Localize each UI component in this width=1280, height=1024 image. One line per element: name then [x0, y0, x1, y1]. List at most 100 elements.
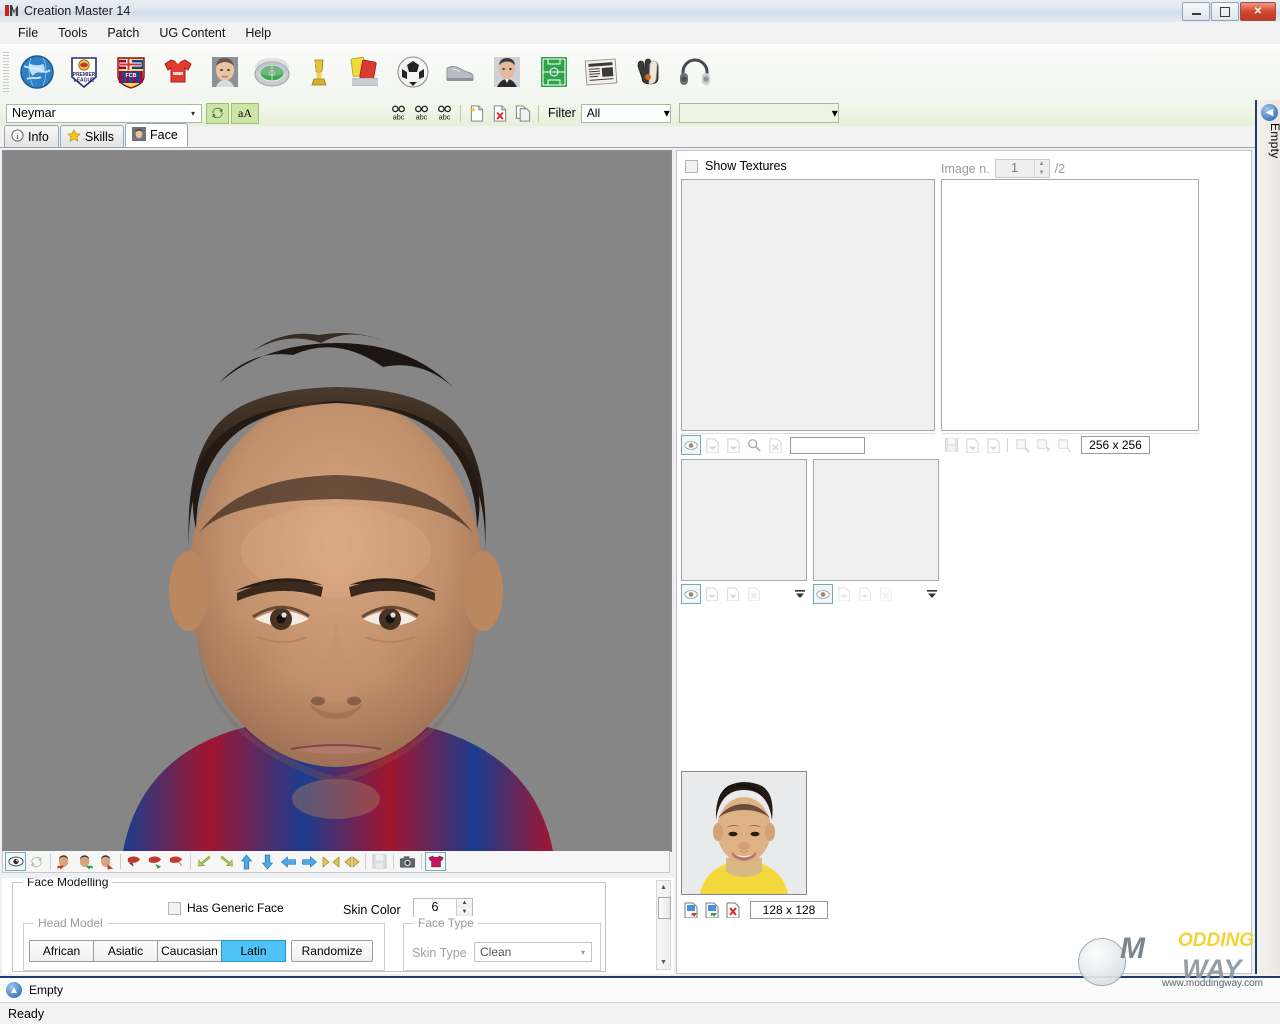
rotate-left-icon[interactable]: [194, 852, 215, 871]
hair-green-icon[interactable]: [145, 852, 166, 871]
hair-delete-icon[interactable]: [166, 852, 187, 871]
head-model-latin-button[interactable]: Latin: [221, 940, 286, 962]
skin-color-down-icon[interactable]: ▼: [457, 907, 472, 916]
eye-toggle-icon[interactable]: [813, 584, 833, 604]
delete-texture-icon[interactable]: [876, 584, 896, 604]
globe-icon[interactable]: [13, 47, 60, 97]
copy-doc-icon[interactable]: [511, 103, 534, 124]
zoom-in-icon[interactable]: [1012, 435, 1032, 455]
club-badge-icon[interactable]: FCB: [107, 47, 154, 97]
scroll-up-icon[interactable]: ▲: [657, 881, 670, 894]
jersey-icon[interactable]: [154, 47, 201, 97]
menu-item-patch[interactable]: Patch: [97, 23, 149, 43]
zoom-reset-icon[interactable]: [1054, 435, 1074, 455]
ball-icon[interactable]: [389, 47, 436, 97]
skin-color-up-icon[interactable]: ▲: [457, 899, 472, 908]
head-green-icon[interactable]: [75, 852, 96, 871]
image-number-stepper[interactable]: 1 ▲ ▼: [994, 159, 1050, 178]
close-button[interactable]: ✕: [1240, 2, 1276, 21]
face-render-viewport[interactable]: [2, 150, 672, 852]
news-icon[interactable]: [577, 47, 624, 97]
delete-texture-icon[interactable]: [765, 435, 785, 455]
restore-button[interactable]: [1211, 2, 1239, 21]
scroll-down-icon[interactable]: ▼: [657, 956, 670, 969]
eye-toggle-icon[interactable]: [5, 852, 26, 871]
zoom-out-icon[interactable]: [1033, 435, 1053, 455]
up-arrow-icon[interactable]: ▲: [6, 982, 22, 998]
refresh-model-icon[interactable]: [26, 852, 47, 871]
camera-icon[interactable]: [397, 852, 418, 871]
eye-toggle-icon[interactable]: [681, 435, 701, 455]
expand-icon[interactable]: [341, 852, 362, 871]
texture-name-input[interactable]: [790, 436, 865, 454]
player-photo[interactable]: [681, 771, 807, 895]
dropdown-arrow-icon[interactable]: [925, 586, 939, 602]
head-model-caucasian-button[interactable]: Caucasian: [157, 940, 222, 962]
import-image-icon[interactable]: [962, 435, 982, 455]
tab-info[interactable]: i Info: [4, 125, 59, 147]
image-number-up-icon[interactable]: ▲: [1035, 160, 1049, 169]
find-prev-abc-icon[interactable]: abc: [433, 103, 456, 124]
skin-type-chevron-down-icon[interactable]: ▾: [575, 948, 591, 957]
stadium-icon[interactable]: [248, 47, 295, 97]
filter-chevron-down-icon[interactable]: ▾: [664, 106, 670, 120]
export-photo-icon[interactable]: [702, 900, 722, 920]
delete-photo-icon[interactable]: [723, 900, 743, 920]
export-image-icon[interactable]: [983, 435, 1003, 455]
head-model-african-button[interactable]: African: [29, 940, 94, 962]
premier-league-icon[interactable]: PREMIER LEAGUE: [60, 47, 107, 97]
export-texture-icon[interactable]: [723, 584, 743, 604]
has-generic-face-checkbox[interactable]: [168, 901, 181, 915]
menu-item-tools[interactable]: Tools: [48, 23, 97, 43]
delete-doc-icon[interactable]: [488, 103, 511, 124]
pitch-icon[interactable]: [530, 47, 577, 97]
secondary-filter-combo[interactable]: ▾: [678, 103, 839, 123]
tab-face[interactable]: Face: [125, 123, 188, 147]
import-texture-icon[interactable]: [702, 584, 722, 604]
delete-texture-icon[interactable]: [744, 584, 764, 604]
tab-skills[interactable]: Skills: [59, 125, 125, 147]
minimize-button[interactable]: [1182, 2, 1210, 21]
dropdown-arrow-icon[interactable]: [793, 586, 807, 602]
move-down-icon[interactable]: [257, 852, 278, 871]
head-blue-icon[interactable]: [96, 852, 117, 871]
rotate-right-icon[interactable]: [215, 852, 236, 871]
head-model-randomize-button[interactable]: Randomize: [291, 940, 373, 962]
image-number-arrows[interactable]: ▲ ▼: [1033, 160, 1049, 178]
dock-strip[interactable]: ◀ Empty: [1255, 100, 1280, 974]
texture-editor-box[interactable]: [941, 179, 1199, 431]
shirt-icon[interactable]: [425, 852, 446, 871]
player-combo[interactable]: Neymar ▾: [6, 103, 202, 123]
secondary-chevron-down-icon[interactable]: ▾: [832, 106, 838, 120]
has-generic-face-row[interactable]: Has Generic Face: [168, 901, 284, 915]
face-modelling-scrollbar[interactable]: ▲ ▼: [656, 880, 671, 970]
show-textures-checkbox[interactable]: [685, 159, 698, 173]
menu-item-file[interactable]: File: [8, 23, 48, 43]
refresh-icon[interactable]: [206, 102, 229, 124]
export-texture-icon[interactable]: [855, 584, 875, 604]
skin-type-combo[interactable]: Clean ▾: [474, 942, 592, 962]
headphones-icon[interactable]: [671, 47, 718, 97]
import-photo-icon[interactable]: [681, 900, 701, 920]
head-model-asiatic-button[interactable]: Asiatic: [93, 940, 158, 962]
zoom-icon[interactable]: [744, 435, 764, 455]
texture-thumbnail-1[interactable]: [681, 459, 807, 581]
toolbar-grip[interactable]: [3, 52, 9, 92]
image-number-down-icon[interactable]: ▼: [1035, 169, 1049, 178]
move-right-icon[interactable]: [299, 852, 320, 871]
back-arrow-icon[interactable]: ◀: [1261, 104, 1278, 121]
move-up-icon[interactable]: [236, 852, 257, 871]
export-texture-icon[interactable]: [723, 435, 743, 455]
shrink-icon[interactable]: [320, 852, 341, 871]
save-icon[interactable]: [941, 435, 961, 455]
gloves-icon[interactable]: [624, 47, 671, 97]
menu-item-help[interactable]: Help: [235, 23, 281, 43]
move-left-icon[interactable]: [278, 852, 299, 871]
import-texture-icon[interactable]: [834, 584, 854, 604]
skin-color-stepper[interactable]: 6 ▲ ▼: [413, 898, 473, 917]
eye-toggle-icon[interactable]: [681, 584, 701, 604]
find-abc-icon[interactable]: abc: [387, 103, 410, 124]
skin-color-arrows[interactable]: ▲ ▼: [456, 899, 472, 916]
texture-preview-box[interactable]: [681, 179, 935, 431]
save-icon[interactable]: [369, 852, 390, 871]
